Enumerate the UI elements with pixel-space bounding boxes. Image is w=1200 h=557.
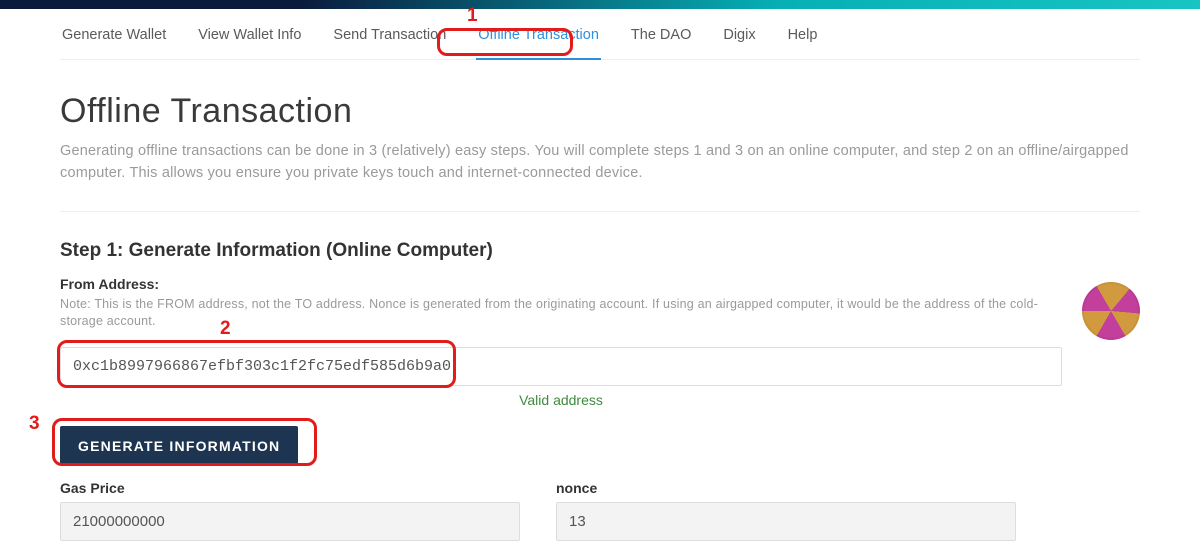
divider bbox=[60, 211, 1140, 212]
tab-help[interactable]: Help bbox=[786, 23, 820, 51]
tab-the-dao[interactable]: The DAO bbox=[629, 23, 693, 51]
address-identicon-icon bbox=[1082, 282, 1140, 340]
nonce-label: nonce bbox=[556, 480, 1016, 496]
gas-price-label: Gas Price bbox=[60, 480, 520, 496]
tab-offline-transaction[interactable]: Offline Transaction bbox=[476, 23, 601, 60]
from-address-note: Note: This is the FROM address, not the … bbox=[60, 296, 1040, 331]
nav-tabs: Generate Wallet View Wallet Info Send Tr… bbox=[60, 9, 1140, 60]
generate-information-button[interactable]: GENERATE INFORMATION bbox=[60, 426, 298, 466]
step1-title: Step 1: Generate Information (Online Com… bbox=[60, 240, 1140, 262]
page-title: Offline Transaction bbox=[60, 92, 1140, 131]
from-address-label: From Address: bbox=[60, 276, 1062, 292]
tab-generate-wallet[interactable]: Generate Wallet bbox=[60, 23, 168, 51]
nonce-output bbox=[556, 502, 1016, 541]
from-address-input[interactable] bbox=[60, 347, 1062, 386]
tab-send-transaction[interactable]: Send Transaction bbox=[331, 23, 448, 51]
page-description: Generating offline transactions can be d… bbox=[60, 141, 1140, 185]
gas-price-output bbox=[60, 502, 520, 541]
tab-digix[interactable]: Digix bbox=[721, 23, 757, 51]
valid-address-message: Valid address bbox=[60, 392, 1062, 408]
header-gradient-bar bbox=[0, 0, 1200, 9]
tab-view-wallet-info[interactable]: View Wallet Info bbox=[196, 23, 303, 51]
